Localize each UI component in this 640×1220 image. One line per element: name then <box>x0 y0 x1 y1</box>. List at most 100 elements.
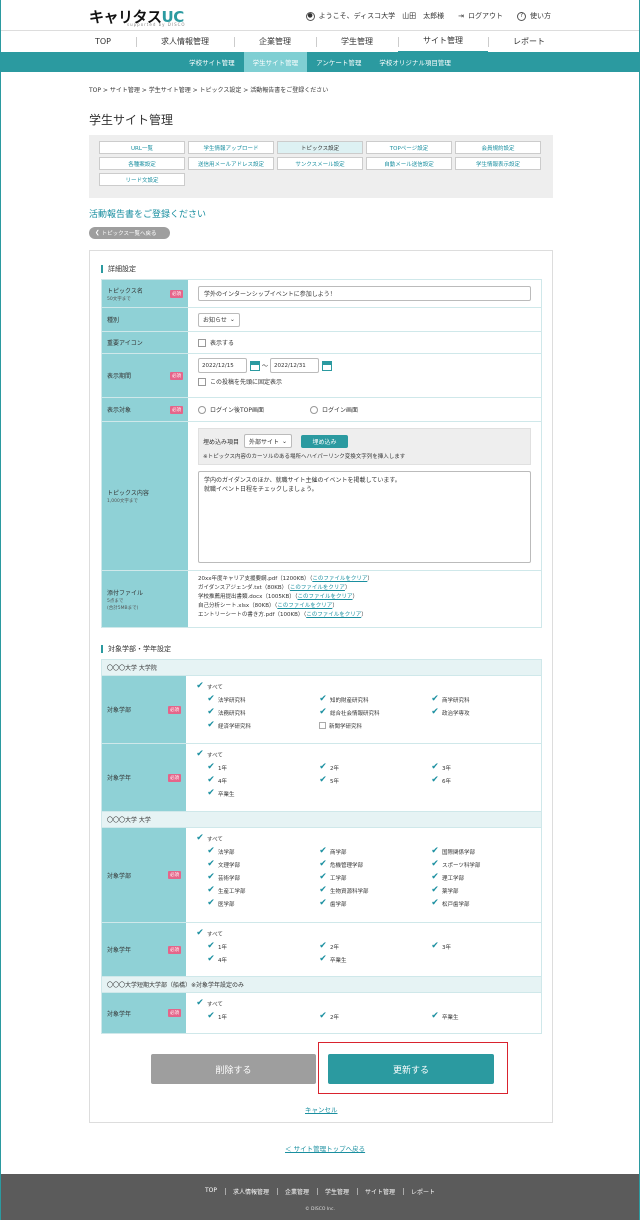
update-button[interactable]: 更新する <box>328 1054 494 1084</box>
subnav-school-site[interactable]: 学校サイト管理 <box>180 52 244 72</box>
select-all[interactable]: ✔ すべて <box>196 749 531 760</box>
breadcrumb[interactable]: TOP > サイト管理 > 学生サイト管理 > トピックス設定 > 活動報告書を… <box>89 85 328 94</box>
grade-checkbox[interactable]: ✔ 4年 <box>207 775 319 786</box>
subnav-original-items[interactable]: 学校オリジナル項目管理 <box>370 52 460 72</box>
grade-name: 2年 <box>330 765 339 772</box>
dept-checkbox[interactable]: ✔ 松戸歯学部 <box>431 898 531 909</box>
grade-checkbox[interactable]: ✔ 1年 <box>207 1011 319 1022</box>
help-icon[interactable]: ? <box>517 11 526 21</box>
dept-checkbox[interactable]: ✔ 法学研究科 <box>207 694 319 705</box>
menu-student-upload[interactable]: 学生情報アップロード <box>188 141 274 154</box>
select-all[interactable]: ✔ すべて <box>196 998 531 1009</box>
calendar-icon[interactable] <box>250 360 260 371</box>
dept-checkbox[interactable]: ✔ 商学研究科 <box>431 694 531 705</box>
dept-checkbox[interactable]: ✔ 生産工学部 <box>207 885 319 896</box>
footer-link-job[interactable]: 求人情報管理 <box>224 1187 277 1196</box>
gnav-top[interactable]: TOP <box>70 31 136 53</box>
period-to-input[interactable]: 2022/12/31 <box>270 358 320 373</box>
clear-file-link[interactable]: このファイルをクリア <box>298 594 353 600</box>
dept-checkbox[interactable]: ✔ 法務研究科 <box>207 707 319 718</box>
menu-various[interactable]: 各種案設定 <box>99 157 185 170</box>
target-radio-after-login[interactable] <box>198 405 206 414</box>
menu-lead-text[interactable]: リード文設定 <box>99 173 185 186</box>
dept-checkbox[interactable]: ✔ 商学部 <box>319 846 431 857</box>
menu-auto-mail[interactable]: 自動メール送信設定 <box>366 157 452 170</box>
cancel-link[interactable]: キャンセル <box>305 1104 338 1114</box>
subnav-survey[interactable]: アンケート管理 <box>307 52 370 72</box>
clear-file-link[interactable]: このファイルをクリア <box>312 576 367 582</box>
grade-checkbox[interactable]: ✔ 卒業生 <box>431 1011 531 1022</box>
calendar-icon[interactable] <box>322 360 333 371</box>
dept-checkbox[interactable]: ✔ 歯学部 <box>319 898 431 909</box>
dept-checkbox[interactable]: ✔ スポーツ科学部 <box>431 859 531 870</box>
dept-checkbox[interactable]: ✔ 法学部 <box>207 846 319 857</box>
dept-name: 薬学部 <box>442 888 459 895</box>
grade-checkbox[interactable]: ✔ 4年 <box>207 954 319 965</box>
dept-checkbox[interactable]: ✔ 国際関係学部 <box>431 846 531 857</box>
dept-checkbox[interactable]: ✔ 生物資源科学部 <box>319 885 431 896</box>
logout-icon[interactable]: ⇥ <box>458 12 464 20</box>
logout-link[interactable]: ログアウト <box>468 11 503 21</box>
dept-checkbox[interactable]: ✔ 芸術学部 <box>207 872 319 883</box>
grade-checkbox[interactable]: ✔ 6年 <box>431 775 531 786</box>
delete-button[interactable]: 削除する <box>151 1054 316 1084</box>
dept-checkbox[interactable]: ✔ 経済学研究科 <box>207 720 319 731</box>
gnav-report[interactable]: レポート <box>488 31 570 53</box>
grade-checkbox[interactable]: ✔ 卒業生 <box>207 788 319 799</box>
dept-checkbox[interactable]: ✔ 工学部 <box>319 872 431 883</box>
back-to-site-top-link[interactable]: ＜ サイト管理トップへ戻る <box>285 1143 365 1153</box>
important-checkbox[interactable] <box>198 338 206 347</box>
gnav-site[interactable]: サイト管理 <box>398 31 488 53</box>
embed-button[interactable]: 埋め込み <box>301 434 349 448</box>
help-link[interactable]: 使い方 <box>530 11 551 21</box>
dept-checkbox[interactable]: ✔ 理工学部 <box>431 872 531 883</box>
topic-content-textarea[interactable]: 学内のガイダンスのほか、就職サイト主催のイベントを掲載しています。 就職イベント… <box>198 471 531 563</box>
grade-checkbox[interactable]: ✔ 5年 <box>319 775 431 786</box>
grade-checkbox[interactable]: ✔ 2年 <box>319 941 431 952</box>
menu-url-list[interactable]: URL一覧 <box>99 141 185 154</box>
dept-checkbox[interactable]: ✔ 知的財産研究科 <box>319 694 431 705</box>
select-all[interactable]: ✔ すべて <box>196 928 531 939</box>
select-all[interactable]: ✔ すべて <box>196 833 531 844</box>
gnav-job[interactable]: 求人情報管理 <box>136 31 234 53</box>
gnav-student[interactable]: 学生管理 <box>316 31 398 53</box>
dept-checkbox[interactable]: ✔ 総合社会情報研究科 <box>319 707 431 718</box>
grade-checkbox[interactable]: ✔ 2年 <box>319 762 431 773</box>
clear-file-link[interactable]: このファイルをクリア <box>277 603 332 609</box>
back-to-topics-button[interactable]: ❮ トピックス一覧へ戻る <box>89 227 170 239</box>
dept-checkbox[interactable]: 新聞学研究科 <box>319 720 431 731</box>
target-radio-login[interactable] <box>310 405 318 414</box>
dept-checkbox[interactable]: ✔ 薬学部 <box>431 885 531 896</box>
footer-link-company[interactable]: 企業管理 <box>276 1187 317 1196</box>
select-all[interactable]: ✔ すべて <box>196 681 531 692</box>
menu-sender-address[interactable]: 送信用メールアドレス設定 <box>188 157 274 170</box>
dept-checkbox[interactable]: ✔ 文理学部 <box>207 859 319 870</box>
dept-checkbox[interactable]: ✔ 医学部 <box>207 898 319 909</box>
grade-checkbox[interactable]: ✔ 卒業生 <box>319 954 431 965</box>
footer-link-site[interactable]: サイト管理 <box>357 1187 403 1196</box>
menu-thanks-mail[interactable]: サンクスメール設定 <box>277 157 363 170</box>
grade-checkbox[interactable]: ✔ 2年 <box>319 1011 431 1022</box>
dept-checkbox[interactable]: ✔ 危機管理学部 <box>319 859 431 870</box>
topic-name-input[interactable]: 学外のインターンシップイベントに参加しよう！ <box>198 286 531 301</box>
dept-checkbox[interactable]: ✔ 政治学専攻 <box>431 707 531 718</box>
period-from-input[interactable]: 2022/12/15 <box>198 358 247 373</box>
grade-checkbox[interactable]: ✔ 1年 <box>207 762 319 773</box>
pin-checkbox[interactable] <box>198 377 206 386</box>
footer-link-report[interactable]: レポート <box>403 1187 443 1196</box>
footer-link-top[interactable]: TOP <box>197 1187 225 1196</box>
footer-link-student[interactable]: 学生管理 <box>317 1187 357 1196</box>
menu-top-page[interactable]: TOPページ設定 <box>366 141 452 154</box>
grade-checkbox[interactable]: ✔ 3年 <box>431 762 531 773</box>
type-select[interactable]: お知らせ ⌄ <box>198 312 240 327</box>
menu-terms[interactable]: 会員規約設定 <box>455 141 541 154</box>
subnav-student-site[interactable]: 学生サイト管理 <box>243 52 308 72</box>
embed-select[interactable]: 外部サイト ⌄ <box>244 434 293 448</box>
grade-checkbox[interactable]: ✔ 3年 <box>431 941 531 952</box>
menu-student-display[interactable]: 学生情報表示設定 <box>455 157 541 170</box>
menu-topics[interactable]: トピックス設定 <box>277 141 363 154</box>
grade-checkbox[interactable]: ✔ 1年 <box>207 941 319 952</box>
clear-file-link[interactable]: このファイルをクリア <box>290 585 345 591</box>
clear-file-link[interactable]: このファイルをクリア <box>306 612 361 618</box>
gnav-company[interactable]: 企業管理 <box>234 31 316 53</box>
